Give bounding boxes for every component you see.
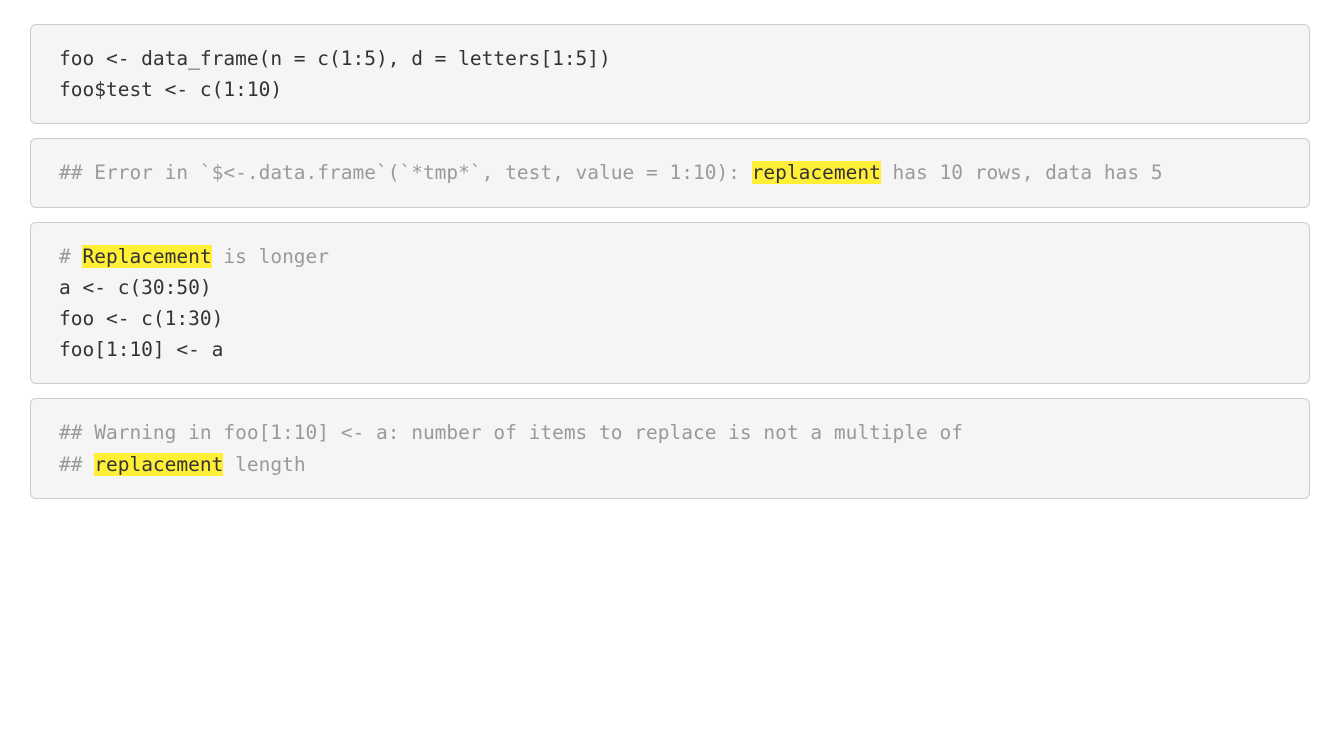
code-line: a <- c(30:50)	[59, 276, 212, 299]
error-text-post: has 10 rows, data has 5	[881, 161, 1163, 184]
error-text-pre: ## Error in `$<-.data.frame`(`*tmp*`, te…	[59, 161, 752, 184]
warning-post: length	[223, 453, 305, 476]
output-block-error: ## Error in `$<-.data.frame`(`*tmp*`, te…	[30, 138, 1310, 207]
code-block-1: foo <- data_frame(n = c(1:5), d = letter…	[30, 24, 1310, 124]
comment-rest: is longer	[212, 245, 329, 268]
code-line: foo$test <- c(1:10)	[59, 78, 282, 101]
warning-line: ## Warning in foo[1:10] <- a: number of …	[59, 421, 963, 444]
code-block-2: # Replacement is longer a <- c(30:50) fo…	[30, 222, 1310, 385]
highlight-replacement: replacement	[94, 453, 223, 476]
highlight-replacement: replacement	[752, 161, 881, 184]
output-block-warning: ## Warning in foo[1:10] <- a: number of …	[30, 398, 1310, 498]
code-line: foo <- c(1:30)	[59, 307, 223, 330]
code-line: foo[1:10] <- a	[59, 338, 223, 361]
warning-pre: ##	[59, 453, 94, 476]
code-line: foo <- data_frame(n = c(1:5), d = letter…	[59, 47, 611, 70]
highlight-replacement: Replacement	[82, 245, 211, 268]
comment-hash: #	[59, 245, 82, 268]
